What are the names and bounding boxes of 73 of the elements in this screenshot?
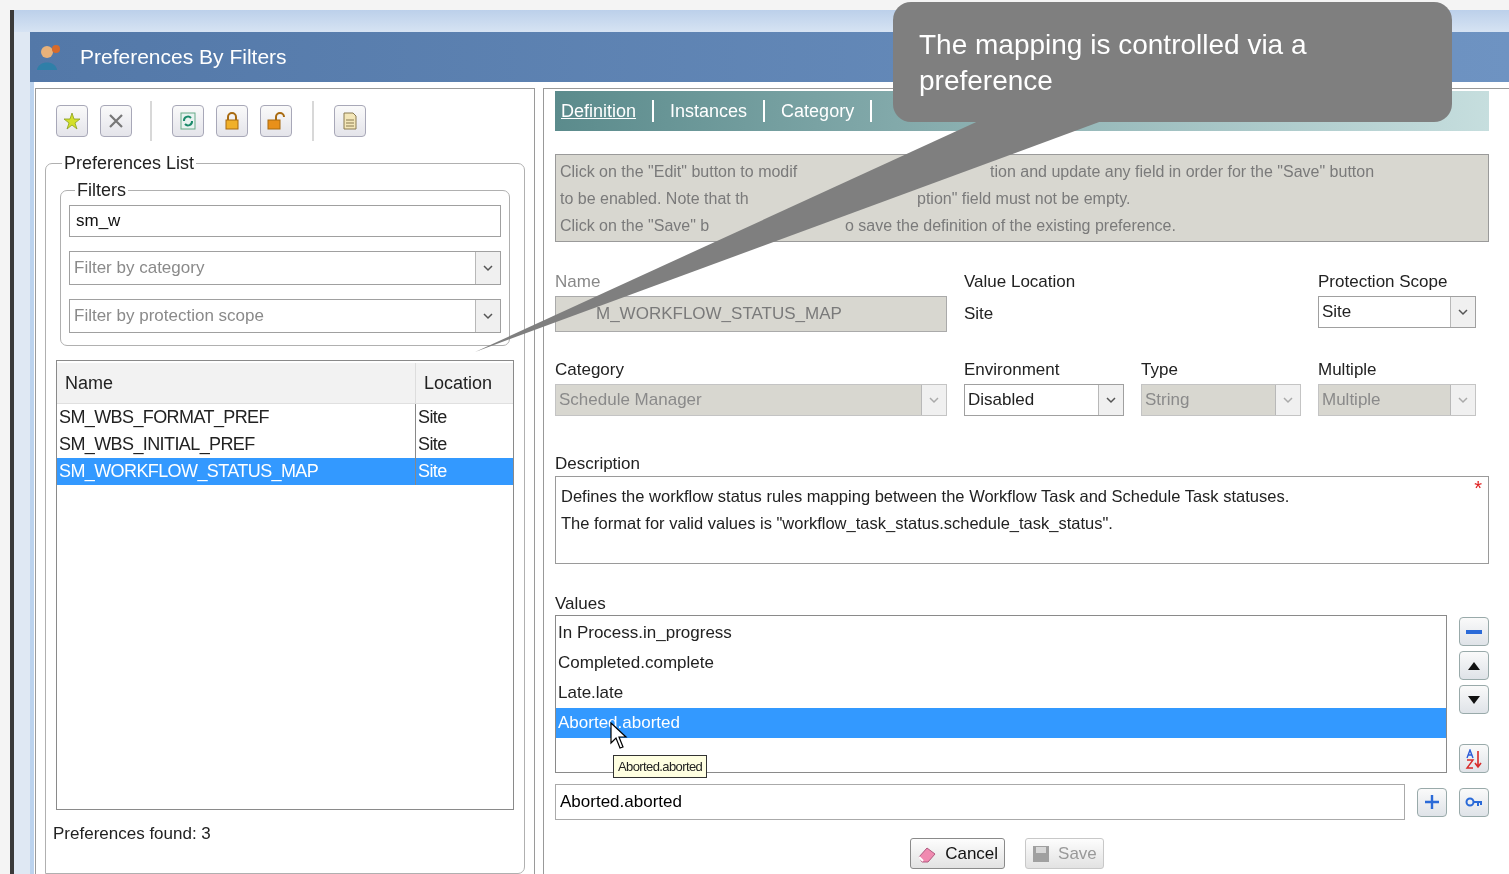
dropdown[interactable]: Disabled [964, 384, 1124, 416]
info-text: tion and update any field in order for the "Save" button [990, 162, 1375, 181]
dropdown-button[interactable] [475, 252, 500, 284]
info-text: Click on the "Edit" button to modif [560, 162, 798, 180]
dropdown-button[interactable] [475, 300, 500, 332]
field-label: Value Location [964, 272, 1077, 292]
remove-button[interactable] [1459, 617, 1489, 646]
chevron-down-icon [1457, 306, 1469, 318]
group-title: Filters [76, 180, 127, 201]
cancel-button[interactable]: Cancel [910, 838, 1006, 869]
value-input[interactable]: Aborted.aborted [555, 784, 1405, 820]
table-cell: SM_WORKFLOW_STATUS_MAP [57, 458, 416, 485]
refresh-button[interactable] [172, 105, 204, 137]
user-gear-icon [36, 43, 62, 71]
key-button[interactable] [1459, 787, 1489, 817]
field-label: Values [555, 594, 607, 614]
callout: The mapping is controlled via a preference [893, 2, 1452, 122]
info-text: Click on the "Save" b [560, 216, 710, 234]
tab[interactable]: Definition [561, 100, 655, 122]
info-text: o save the definition of the existing preference. [845, 216, 1176, 235]
group-title: Preferences List [63, 153, 196, 174]
table-cell-text: Site [417, 433, 447, 456]
star-icon [63, 112, 81, 130]
results-count: Preferences found: 3 [53, 824, 212, 844]
required-mark: * [1474, 477, 1482, 500]
document-icon [341, 112, 359, 130]
field-label: Multiple [1318, 360, 1378, 380]
move-up-button[interactable] [1459, 651, 1489, 680]
field-value: Site [964, 303, 995, 325]
field-label: Description [555, 454, 642, 474]
chevron-down-icon [1457, 394, 1469, 406]
move-down-button[interactable] [1459, 685, 1489, 714]
dropdown[interactable]: Site [1318, 296, 1476, 328]
field-label: Category [555, 360, 625, 380]
search-field[interactable]: sm_w [69, 205, 501, 237]
lock-button[interactable] [216, 105, 248, 137]
minus-icon [1466, 629, 1482, 634]
new-button[interactable] [56, 105, 88, 137]
chevron-down-icon [482, 310, 494, 322]
info-text: to be enabled. Note that th [560, 189, 749, 207]
table-row[interactable]: SM_WBS_FORMAT_PREF Site [57, 404, 513, 431]
close-icon [107, 112, 125, 130]
column-header[interactable]: Name [57, 363, 416, 403]
list-item[interactable]: In Process.in_progress [556, 618, 1446, 648]
unlocked-lock-icon [267, 112, 285, 130]
chevron-down-icon [482, 262, 494, 274]
unlock-button[interactable] [260, 105, 292, 137]
sort-button[interactable] [1459, 744, 1489, 773]
chevron-down-icon [928, 394, 940, 406]
delete-button[interactable] [100, 105, 132, 137]
table-cell-text: Site [417, 406, 447, 429]
info-text: ption" field must not be empty. [917, 189, 1131, 208]
sort-az-icon [1465, 748, 1483, 769]
field-label: Name [555, 272, 602, 292]
plus-icon [1424, 794, 1440, 810]
dialog-title: Preferences By Filters [80, 45, 287, 69]
chevron-down-icon [1105, 394, 1117, 406]
tooltip: Aborted.aborted [613, 755, 708, 778]
field-label: Type [1141, 360, 1179, 380]
list-item[interactable]: Completed.complete [556, 648, 1446, 678]
key-icon [1465, 796, 1483, 808]
description-field[interactable]: Defines the workflow status rules mapping between the Workflow Task and Schedule Task statuses. The format for valid values is "workflow_task_status.schedule_task_status". [561, 483, 1458, 537]
add-button[interactable] [1417, 787, 1447, 817]
lock-icon [223, 112, 241, 130]
field-label: Protection Scope [1318, 272, 1449, 292]
refresh-icon [179, 112, 197, 130]
column-header[interactable]: Location [416, 363, 493, 403]
field-label: Environment [964, 360, 1061, 380]
table-cell: SM_WBS_FORMAT_PREF [57, 404, 416, 431]
chevron-down-icon [1282, 394, 1294, 406]
document-button[interactable] [334, 105, 366, 137]
table-cell-text: Site [417, 460, 447, 483]
list-item[interactable]: Late.late [556, 678, 1446, 708]
